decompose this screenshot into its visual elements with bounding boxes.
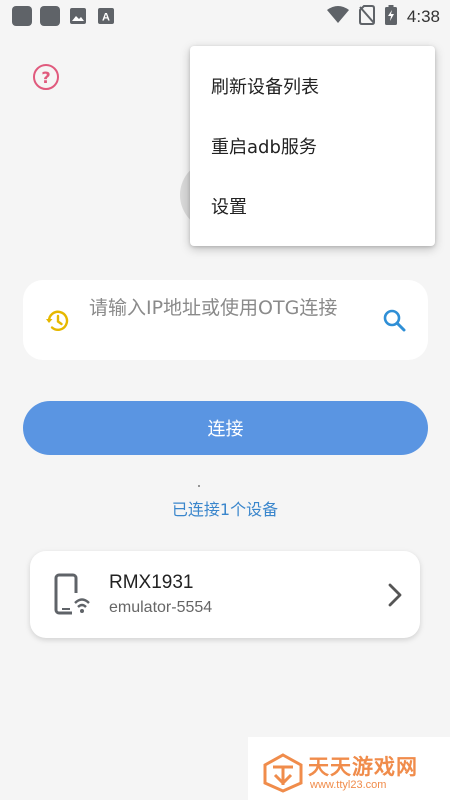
menu-item-restart-adb[interactable]: 重启adb服务 — [190, 116, 435, 176]
connect-button[interactable]: 连接 — [23, 401, 428, 455]
phone-wifi-icon — [54, 573, 92, 617]
overflow-menu: 刷新设备列表 重启adb服务 设置 — [190, 46, 435, 246]
device-serial: emulator-5554 — [109, 599, 213, 616]
wifi-icon — [326, 6, 349, 28]
history-icon[interactable] — [45, 308, 71, 334]
status-bar-right: 4:38 — [326, 5, 440, 29]
device-name: RMX1931 — [109, 572, 194, 593]
status-bar-left: A — [12, 6, 116, 26]
status-time: 4:38 — [406, 7, 440, 26]
battery-charging-icon — [384, 5, 397, 29]
svg-text:A: A — [102, 12, 110, 24]
no-sim-icon — [358, 5, 375, 29]
decorative-dot — [198, 485, 200, 487]
watermark-title: 天天游戏网 — [308, 755, 418, 779]
status-bar: A 4:38 — [0, 0, 450, 32]
app-square-icon — [40, 6, 60, 26]
question-circle-icon: ? — [41, 67, 51, 87]
app-square-icon — [12, 6, 32, 26]
watermark-logo-icon — [263, 753, 303, 793]
watermark-url: www.ttyl23.com — [310, 779, 387, 791]
image-icon — [68, 6, 88, 26]
chevron-right-icon[interactable] — [385, 581, 405, 609]
connected-status: 已连接1个设备 — [171, 500, 279, 519]
watermark: 天天游戏网 www.ttyl23.com — [248, 737, 450, 800]
device-card[interactable]: RMX1931 emulator-5554 — [30, 551, 420, 638]
help-button[interactable]: ? — [33, 64, 59, 90]
menu-item-settings[interactable]: 设置 — [190, 176, 435, 236]
search-icon[interactable] — [381, 307, 409, 335]
a-icon: A — [96, 6, 116, 26]
menu-item-refresh-devices[interactable]: 刷新设备列表 — [190, 56, 435, 116]
ip-search-box[interactable]: 请输入IP地址或使用OTG连接 — [23, 280, 428, 360]
search-input[interactable]: 请输入IP地址或使用OTG连接 — [89, 296, 369, 321]
